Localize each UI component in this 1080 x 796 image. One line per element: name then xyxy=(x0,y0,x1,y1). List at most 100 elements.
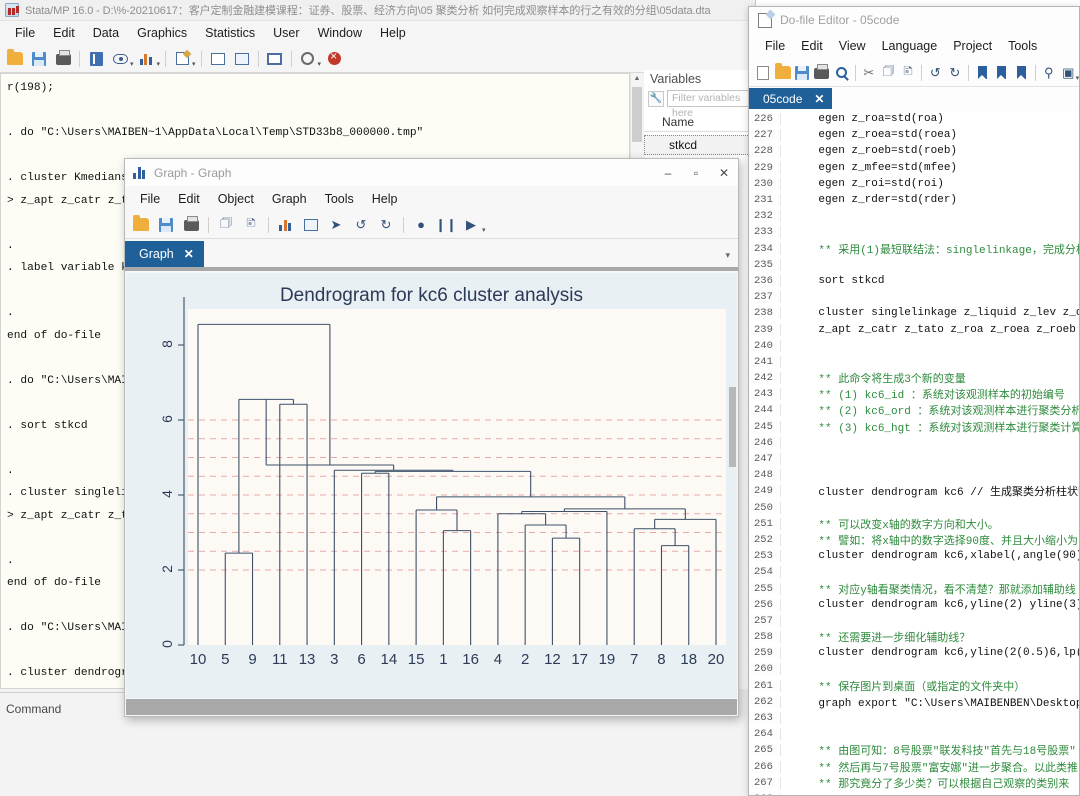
paste-icon[interactable]: 🗈 xyxy=(240,214,262,236)
scroll-up-icon[interactable]: ▲ xyxy=(631,73,643,85)
code-line[interactable]: 256 cluster dendrogram kc6,yline(2) ylin… xyxy=(749,597,1079,613)
code-line[interactable]: 253 cluster dendrogram kc6,xlabel(,angle… xyxy=(749,548,1079,564)
menu-data[interactable]: Data xyxy=(84,24,128,42)
bookmark-prev-icon[interactable] xyxy=(993,62,1012,84)
viewer-icon[interactable] xyxy=(109,48,131,70)
code-line[interactable]: 263 xyxy=(749,710,1079,726)
code-line[interactable]: 247 xyxy=(749,451,1079,467)
code-line[interactable]: 250 xyxy=(749,500,1079,516)
code-line[interactable]: 249 cluster dendrogram kc6 // 生成聚类分析柱状图 xyxy=(749,483,1079,499)
dofile-menu-file[interactable]: File xyxy=(757,37,793,55)
pointer-icon[interactable]: ➤ xyxy=(325,214,347,236)
code-line[interactable]: 227 egen z_roea=std(roea) xyxy=(749,127,1079,143)
code-line[interactable]: 257 xyxy=(749,613,1079,629)
tab-05code[interactable]: 05code ✕ xyxy=(749,88,833,109)
code-line[interactable]: 265 ** 由图可知：8号股票"联发科技"首先与18号股票" xyxy=(749,742,1079,758)
close-button[interactable]: ✕ xyxy=(710,161,738,185)
dofile-copy-icon[interactable]: 🗇 xyxy=(879,62,898,84)
code-line[interactable]: 229 egen z_mfee=std(mfee) xyxy=(749,160,1079,176)
code-line[interactable]: 232 xyxy=(749,208,1079,224)
do-editor-icon[interactable] xyxy=(171,48,193,70)
dofile-menu-view[interactable]: View xyxy=(831,37,874,55)
record-icon[interactable]: ● xyxy=(410,214,432,236)
code-line[interactable]: 245 ** (3) kc6_hgt ：系统对该观测样本进行聚类计算 xyxy=(749,419,1079,435)
tabstrip-overflow-icon[interactable]: ▾ xyxy=(725,250,730,261)
code-line[interactable]: 226 egen z_roa=std(roa) xyxy=(749,111,1079,127)
wrench-icon[interactable]: 🔧 xyxy=(648,90,664,107)
dofile-menu-project[interactable]: Project xyxy=(945,37,1000,55)
copy-icon[interactable]: 🗇 xyxy=(215,214,237,236)
dofile-code-area[interactable]: 226 egen z_roa=std(roa) 227 egen z_roea=s… xyxy=(749,111,1079,795)
maximize-button[interactable]: ▫ xyxy=(682,161,710,185)
dofile-menu-tools[interactable]: Tools xyxy=(1000,37,1045,55)
graph-vertical-scrollbar[interactable] xyxy=(729,387,736,467)
code-line[interactable]: 241 xyxy=(749,354,1079,370)
code-line[interactable]: 244 ** (2) kc6_ord ：系统对该观测样本进行聚类分析 xyxy=(749,402,1079,418)
menu-graphics[interactable]: Graphics xyxy=(128,24,196,42)
graph-menu-help[interactable]: Help xyxy=(363,190,407,208)
code-line[interactable]: 231 egen z_rder=std(rder) xyxy=(749,192,1079,208)
search-icon[interactable] xyxy=(832,62,851,84)
graph-menu-object[interactable]: Object xyxy=(209,190,263,208)
print-icon[interactable] xyxy=(52,48,74,70)
graph-menu-edit[interactable]: Edit xyxy=(169,190,209,208)
code-line[interactable]: 235 xyxy=(749,257,1079,273)
dofile-undo-icon[interactable]: ↺ xyxy=(926,62,945,84)
code-line[interactable]: 268 xyxy=(749,791,1079,795)
graph-menu-tools[interactable]: Tools xyxy=(316,190,363,208)
graph-caret-icon[interactable]: ▾ xyxy=(157,60,161,68)
undo-icon[interactable]: ↺ xyxy=(350,214,372,236)
dofile-tab-close-icon[interactable]: ✕ xyxy=(814,92,824,106)
save-icon[interactable] xyxy=(28,48,50,70)
code-line[interactable]: 230 egen z_roi=std(roi) xyxy=(749,176,1079,192)
log-icon[interactable] xyxy=(85,48,107,70)
menu-window[interactable]: Window xyxy=(309,24,371,42)
code-line[interactable]: 233 xyxy=(749,224,1079,240)
bookmark-next-icon[interactable] xyxy=(1012,62,1031,84)
graph-save-icon[interactable] xyxy=(155,214,177,236)
variables-row-stkcd[interactable]: stkcd xyxy=(644,135,756,155)
graph-print-icon[interactable] xyxy=(180,214,202,236)
code-line[interactable]: 258 ** 还需要进一步细化辅助线？ xyxy=(749,629,1079,645)
code-line[interactable]: 237 xyxy=(749,289,1079,305)
code-line[interactable]: 251 ** 可以改变x轴的数字方向和大小。 xyxy=(749,516,1079,532)
data-editor-icon[interactable] xyxy=(207,48,229,70)
break-icon[interactable] xyxy=(323,48,345,70)
code-line[interactable]: 260 xyxy=(749,661,1079,677)
code-line[interactable]: 261 ** 保存图片到桌面（或指定的文件夹中） xyxy=(749,678,1079,694)
code-line[interactable]: 248 xyxy=(749,467,1079,483)
tab-close-icon[interactable]: ✕ xyxy=(184,247,194,261)
code-line[interactable]: 239 z_apt z_catr z_tato z_roa z_roea z_r… xyxy=(749,321,1079,337)
dofile-print-icon[interactable] xyxy=(813,62,832,84)
new-doc-icon[interactable] xyxy=(754,62,773,84)
code-line[interactable]: 246 xyxy=(749,435,1079,451)
graph-canvas[interactable]: Dendrogram for kc6 cluster analysis L2 d… xyxy=(126,273,737,698)
menu-help[interactable]: Help xyxy=(371,24,415,42)
graph-horizontal-scrollbar[interactable] xyxy=(126,699,737,715)
code-line[interactable]: 252 ** 譬如：将x轴中的数字选择90度、并且大小缩小为 xyxy=(749,532,1079,548)
graph-menu-graph[interactable]: Graph xyxy=(263,190,316,208)
do-editor-caret-icon[interactable]: ▾ xyxy=(192,60,196,68)
pause-icon[interactable]: ❙❙ xyxy=(435,214,457,236)
menu-user[interactable]: User xyxy=(264,24,308,42)
code-line[interactable]: 264 xyxy=(749,726,1079,742)
graph-toolbar-overflow-icon[interactable]: ▾ xyxy=(482,226,486,234)
dofile-save-icon[interactable] xyxy=(793,62,812,84)
scrollbar-thumb[interactable] xyxy=(632,87,642,142)
cut-icon[interactable]: ✂ xyxy=(860,62,879,84)
code-line[interactable]: 243 ** (1) kc6_id ：系统对该观测样本的初始编号 xyxy=(749,386,1079,402)
code-line[interactable]: 236 sort stkcd xyxy=(749,273,1079,289)
dofile-open-folder-icon[interactable] xyxy=(774,62,793,84)
graph-menu-file[interactable]: File xyxy=(131,190,169,208)
clock-caret-icon[interactable]: ▾ xyxy=(318,60,322,68)
code-line[interactable]: 234 ** 采用(1)最短联结法：singlelinkage，完成分析 xyxy=(749,241,1079,257)
dofile-toolbar-overflow-icon[interactable]: ▾ xyxy=(1076,74,1080,82)
menu-statistics[interactable]: Statistics xyxy=(196,24,264,42)
code-line[interactable]: 228 egen z_roeb=std(roeb) xyxy=(749,143,1079,159)
dofile-menu-edit[interactable]: Edit xyxy=(793,37,831,55)
run-icon[interactable]: ⚲ xyxy=(1039,62,1058,84)
graph-icon[interactable] xyxy=(136,48,158,70)
dofile-menu-language[interactable]: Language xyxy=(874,37,946,55)
open-folder-icon[interactable] xyxy=(4,48,26,70)
tab-graph[interactable]: Graph ✕ xyxy=(125,241,204,267)
